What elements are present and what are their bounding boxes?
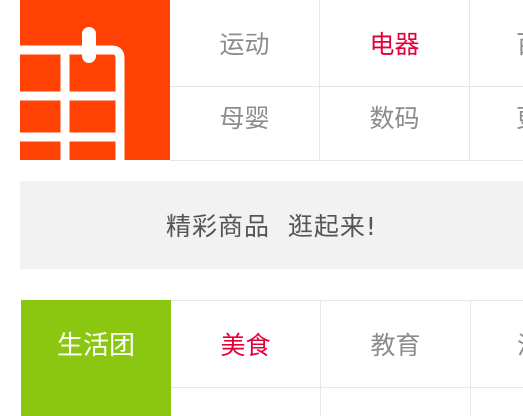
promo-banner-text: 精彩商品 逛起来! xyxy=(166,212,377,241)
category-baby[interactable]: 母婴 xyxy=(170,73,320,161)
promo-banner[interactable]: 精彩商品 逛起来! xyxy=(20,181,523,269)
cart-icon xyxy=(20,27,125,160)
category-more[interactable]: 更 xyxy=(470,73,523,161)
category-empty-1[interactable] xyxy=(171,388,321,416)
category-food[interactable]: 美食 xyxy=(171,301,321,388)
bottom-category-grid: 美食 教育 汽 xyxy=(171,300,523,416)
category-education[interactable]: 教育 xyxy=(321,301,471,388)
category-empty-2[interactable] xyxy=(321,388,471,416)
shopping-tile[interactable] xyxy=(20,0,170,160)
category-empty-3[interactable] xyxy=(471,388,523,416)
life-group-tile[interactable]: 生活团 xyxy=(21,300,171,416)
life-group-label: 生活团 xyxy=(56,331,135,361)
top-category-grid: 运动 电器 百 母婴 数码 更 xyxy=(170,0,523,161)
category-page: 运动 电器 百 母婴 数码 更 精彩商品 逛起来! 生活团 美食 教育 汽 xyxy=(0,0,523,416)
category-auto[interactable]: 汽 xyxy=(471,301,523,388)
category-digital[interactable]: 数码 xyxy=(320,73,470,161)
